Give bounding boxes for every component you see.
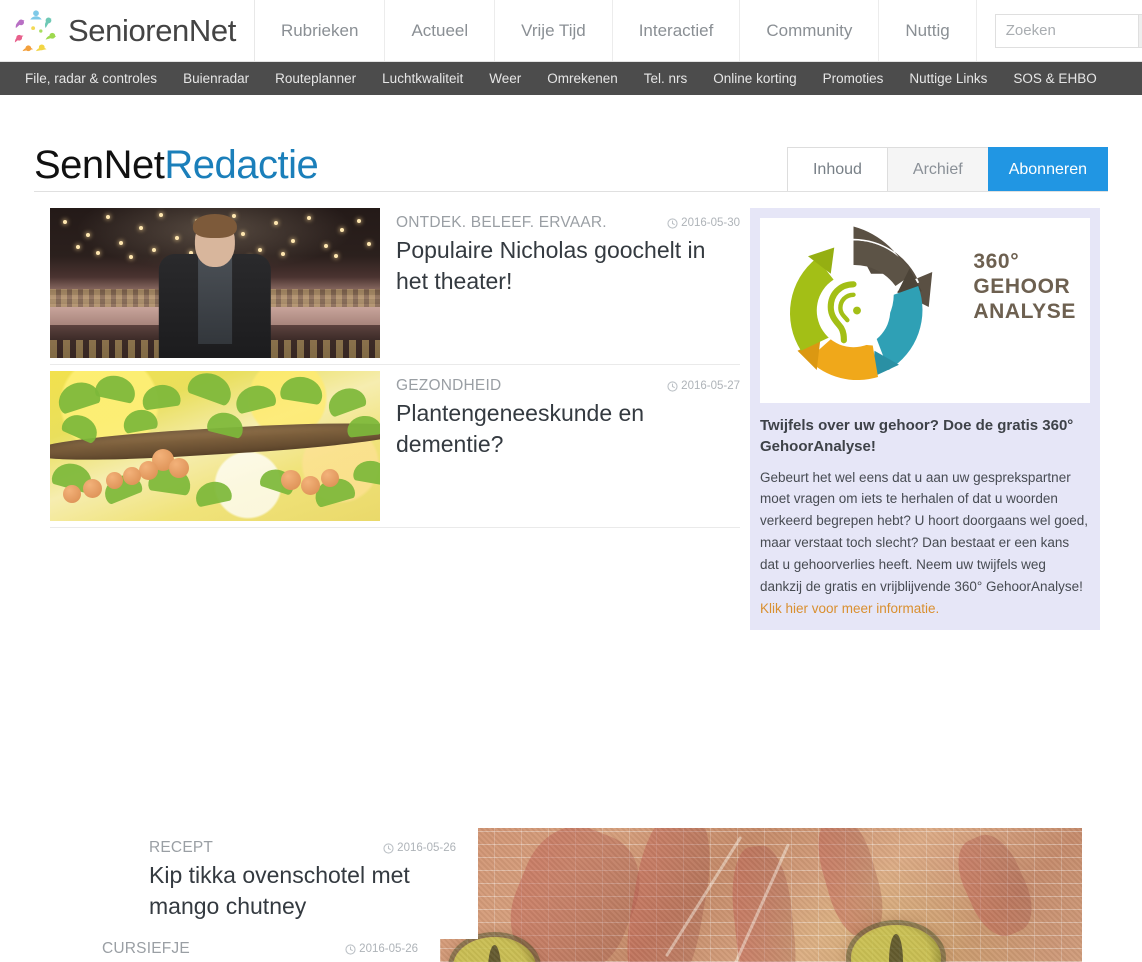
ginkgo-branch-photo[interactable] <box>50 371 380 521</box>
promo-heading: Twijfels over uw gehoor? Doe de gratis 3… <box>760 417 1074 456</box>
subnav-item-omrekenen[interactable]: Omrekenen <box>534 71 631 86</box>
article-title[interactable]: Populaire Nicholas goochelt in het theat… <box>396 235 740 296</box>
page-title-row: SenNetRedactie Inhoud Archief Abonneren <box>22 131 1120 191</box>
list-item-category: CURSIEFJE <box>102 940 190 957</box>
subnav-item-nuttige-links[interactable]: Nuttige Links <box>896 71 1000 86</box>
main-navigation: Rubrieken Actueel Vrije Tijd Interactief… <box>255 0 1142 61</box>
nav-item-community[interactable]: Community <box>740 0 880 61</box>
featured-title[interactable]: Kip tikka ovenschotel met mango chutney <box>149 860 478 921</box>
tab-archief[interactable]: Archief <box>886 147 989 191</box>
featured-article-card[interactable]: RECEPT 2016-05-26 Kip tikka ovenschotel … <box>125 825 478 940</box>
person-silhouette <box>158 214 272 358</box>
article-date-text: 2016-05-27 <box>681 380 740 392</box>
page-title: SenNetRedactie <box>34 143 319 191</box>
page-title-part2: Redactie <box>164 143 319 187</box>
subnav-item-promoties[interactable]: Promoties <box>810 71 897 86</box>
subnav-item-file-radar[interactable]: File, radar & controles <box>12 71 170 86</box>
promo-body: Gebeurt het wel eens dat u aan uw gespre… <box>760 467 1090 620</box>
nav-item-nuttig[interactable]: Nuttig <box>879 0 977 61</box>
nav-item-interactief[interactable]: Interactief <box>613 0 741 61</box>
promo-sidebar[interactable]: 360° GEHOOR ANALYSE Twijfels over uw geh… <box>750 208 1100 630</box>
featured-category: RECEPT <box>149 839 214 856</box>
brand-logo-link[interactable]: SeniorenNet <box>0 0 255 61</box>
featured-date-text: 2016-05-26 <box>397 842 456 854</box>
subnav-item-tel-nrs[interactable]: Tel. nrs <box>631 71 701 86</box>
featured-date: 2016-05-26 <box>383 839 456 854</box>
gehooranalyse-logo-text: 360° GEHOOR ANALYSE <box>973 250 1076 324</box>
article-title[interactable]: Plantengeneeskunde en dementie? <box>396 398 740 459</box>
article-category: ONTDEK. BELEEF. ERVAAR. <box>396 214 607 231</box>
gehooranalyse-logo-image[interactable]: 360° GEHOOR ANALYSE <box>760 218 1090 403</box>
subnav-item-routeplanner[interactable]: Routeplanner <box>262 71 369 86</box>
tab-abonneren[interactable]: Abonneren <box>987 147 1108 191</box>
promo-body-text: Gebeurt het wel eens dat u aan uw gespre… <box>760 469 1088 594</box>
clock-icon <box>667 380 678 392</box>
nav-item-vrije-tijd[interactable]: Vrije Tijd <box>495 0 613 61</box>
clock-icon <box>345 943 356 955</box>
article-date: 2016-05-30 <box>667 214 740 229</box>
article-row[interactable]: ONTDEK. BELEEF. ERVAAR. 2016-05-30 Popul… <box>50 208 740 365</box>
logo-text-analyse: ANALYSE <box>973 299 1076 323</box>
promo-link[interactable]: Klik hier voor meer informatie. <box>760 601 939 616</box>
logo-text-360: 360° <box>973 250 1020 273</box>
search-area <box>977 0 1142 61</box>
search-input[interactable] <box>994 13 1138 48</box>
article-date-text: 2016-05-30 <box>681 217 740 229</box>
theater-man-photo[interactable] <box>50 208 380 358</box>
article-category: GEZONDHEID <box>396 377 502 394</box>
clock-icon <box>667 217 678 229</box>
list-item-date: 2016-05-26 <box>345 940 418 955</box>
cat-graffiti-photo[interactable] <box>440 828 1082 962</box>
article-date: 2016-05-27 <box>667 377 740 392</box>
people-circle-logo-icon <box>14 9 57 51</box>
article-text: GEZONDHEID 2016-05-27 Plantengeneeskunde… <box>380 371 740 521</box>
subnav-item-buienradar[interactable]: Buienradar <box>170 71 262 86</box>
subnav-item-weer[interactable]: Weer <box>476 71 534 86</box>
subnav-item-sos-ehbo[interactable]: SOS & EHBO <box>1000 71 1109 86</box>
tab-inhoud[interactable]: Inhoud <box>786 147 888 191</box>
tab-bar: Inhoud Archief Abonneren <box>786 147 1108 191</box>
article-text: ONTDEK. BELEEF. ERVAAR. 2016-05-30 Popul… <box>380 208 740 358</box>
nav-item-rubrieken[interactable]: Rubrieken <box>255 0 386 61</box>
search-button[interactable] <box>1137 13 1142 48</box>
site-header: SeniorenNet Rubrieken Actueel Vrije Tijd… <box>0 0 1142 62</box>
bottom-section: RECEPT 2016-05-26 Kip tikka ovenschotel … <box>22 738 1142 962</box>
subnav-item-luchtkwaliteit[interactable]: Luchtkwaliteit <box>369 71 476 86</box>
article-list: ONTDEK. BELEEF. ERVAAR. 2016-05-30 Popul… <box>50 208 740 534</box>
brand-name: SeniorenNet <box>68 12 236 48</box>
subnav-item-online-korting[interactable]: Online korting <box>700 71 809 86</box>
page-title-part1: SenNet <box>34 143 165 187</box>
circular-arrows-ear-icon <box>789 226 933 381</box>
clock-icon <box>383 842 394 854</box>
nav-item-actueel[interactable]: Actueel <box>385 0 496 61</box>
list-item-date-text: 2016-05-26 <box>359 943 418 955</box>
logo-text-gehoor: GEHOOR <box>973 274 1071 298</box>
title-divider <box>34 191 1108 192</box>
page-content: SenNetRedactie Inhoud Archief Abonneren <box>0 131 1142 962</box>
search-box <box>994 13 1142 48</box>
article-row[interactable]: GEZONDHEID 2016-05-27 Plantengeneeskunde… <box>50 371 740 528</box>
utility-navigation: File, radar & controles Buienradar Route… <box>0 62 1142 95</box>
